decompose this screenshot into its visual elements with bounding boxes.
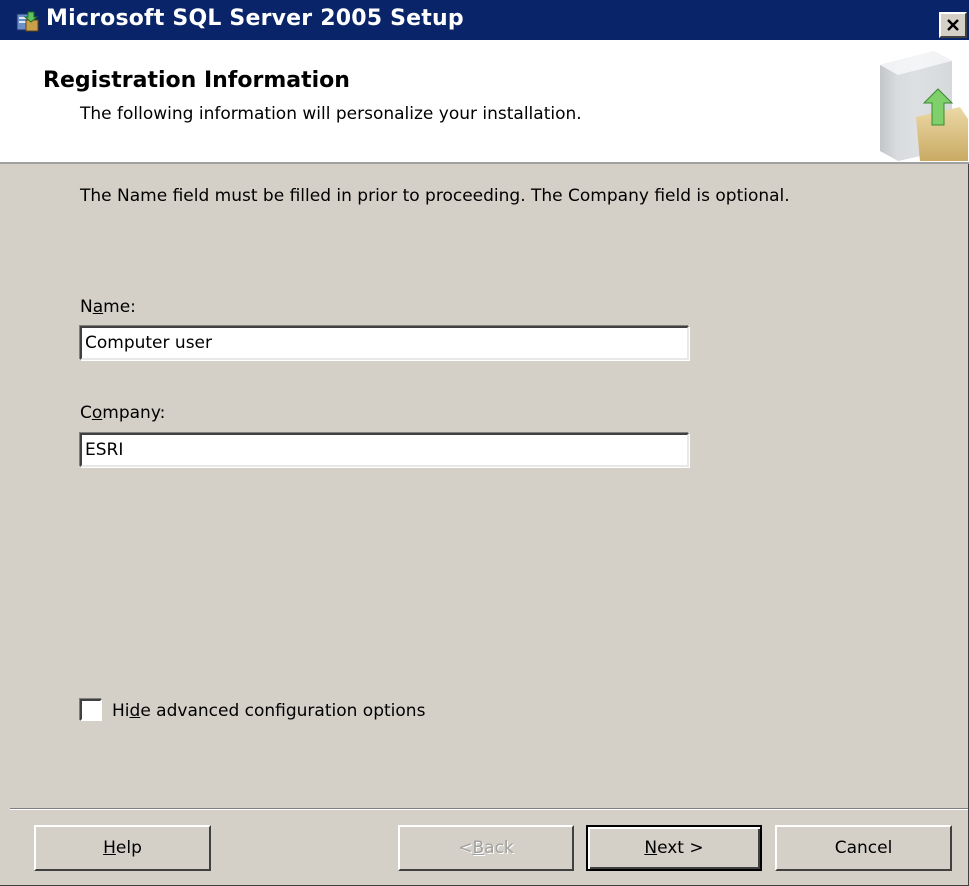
window-title: Microsoft SQL Server 2005 Setup <box>46 6 464 31</box>
checkbox-label-mnemonic: d <box>129 701 141 721</box>
wizard-header: Registration Information The following i… <box>0 40 969 164</box>
company-label-part: C <box>80 403 92 423</box>
name-input[interactable] <box>80 326 689 360</box>
help-mnemonic: H <box>103 838 116 858</box>
name-label-part: N <box>80 297 93 317</box>
company-input[interactable] <box>80 433 689 467</box>
name-label-mnemonic: a <box>92 297 104 317</box>
company-label-mnemonic: o <box>91 403 103 423</box>
name-label: Name: <box>80 297 136 317</box>
cancel-button[interactable]: Cancel <box>775 825 952 871</box>
next-label: ext > <box>657 838 704 858</box>
checkbox-label-part: Hi <box>112 701 130 721</box>
hide-advanced-label[interactable]: Hide advanced configuration options <box>112 701 425 721</box>
instructions-text: The Name field must be filled in prior t… <box>80 186 790 206</box>
checkbox-label-part: e advanced configuration options <box>140 701 426 721</box>
page-subtitle: The following information will personali… <box>80 104 582 124</box>
page-title: Registration Information <box>43 68 350 93</box>
back-label: ack <box>484 838 514 858</box>
setup-icon <box>14 8 40 34</box>
hide-advanced-checkbox[interactable] <box>80 699 102 721</box>
footer-separator <box>10 808 968 810</box>
next-mnemonic: N <box>644 838 658 858</box>
help-label: elp <box>115 838 142 858</box>
back-label: < <box>458 838 473 858</box>
close-icon <box>947 19 959 31</box>
back-button[interactable]: < Back <box>398 825 574 871</box>
company-label: Company: <box>80 403 165 423</box>
close-button[interactable] <box>939 12 967 38</box>
name-label-part: me: <box>103 297 136 317</box>
back-mnemonic: B <box>472 838 485 858</box>
next-button[interactable]: Next > <box>586 825 762 871</box>
help-button[interactable]: Help <box>34 825 211 871</box>
server-install-icon <box>864 45 968 161</box>
company-label-part: mpany: <box>102 403 166 423</box>
setup-window: Microsoft SQL Server 2005 Setup Registra… <box>0 0 969 886</box>
title-bar[interactable]: Microsoft SQL Server 2005 Setup <box>0 0 969 40</box>
